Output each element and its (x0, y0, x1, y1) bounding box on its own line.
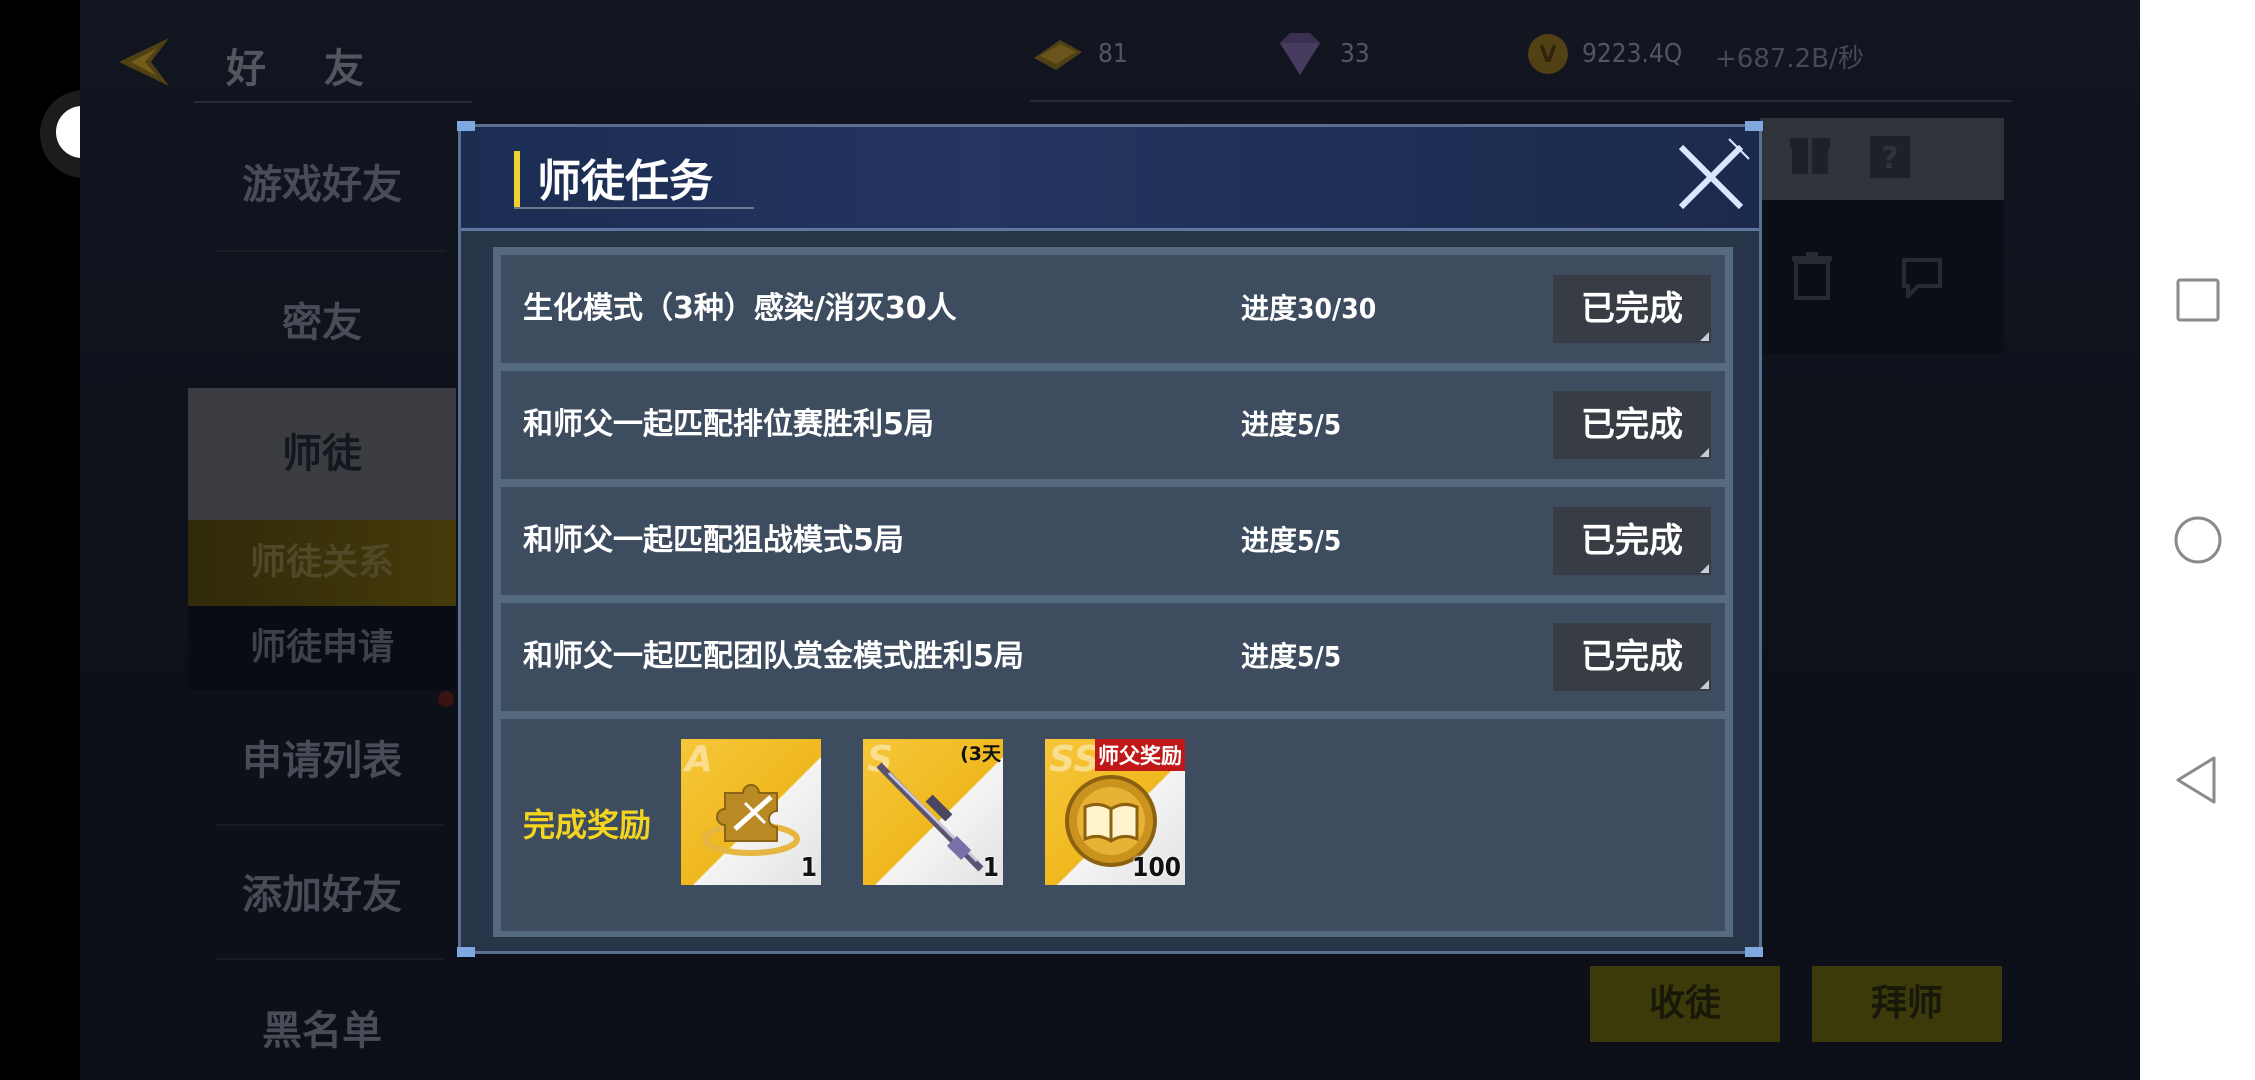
task-list: 生化模式（3种）感染/消灭30人 进度30/30 已完成 和师父一起匹配排位赛胜… (493, 247, 1733, 937)
recents-square-icon[interactable] (2170, 272, 2226, 328)
home-circle-icon[interactable] (2170, 512, 2226, 568)
task-description: 生化模式（3种）感染/消灭30人 (523, 291, 957, 326)
sniper-rifle-icon (876, 762, 984, 872)
dialog-header: 师徒任务 (461, 127, 1759, 231)
reward-count: 1 (982, 853, 999, 883)
mentorship-task-dialog: 师徒任务 生化模式（3种）感染/消灭30人 进度30/30 已完成 和师父一起匹… (457, 121, 1763, 957)
reward-label: 完成奖励 (523, 806, 652, 844)
frame-corner (1745, 947, 1763, 957)
title-underline (514, 207, 754, 209)
task-completed-button[interactable]: 已完成 (1553, 507, 1711, 575)
task-description: 和师父一起匹配团队赏金模式胜利5局 (523, 639, 1024, 674)
reward-row: 完成奖励 A 1 S (3天 1 SS 师父奖励 100 (501, 719, 1725, 931)
close-icon[interactable] (1671, 137, 1751, 217)
title-accent-bar (514, 151, 520, 207)
task-row: 和师父一起匹配狙战模式5局 进度5/5 已完成 (501, 487, 1725, 595)
reward-tag: 师父奖励 (1095, 739, 1185, 771)
task-row: 和师父一起匹配排位赛胜利5局 进度5/5 已完成 (501, 371, 1725, 479)
task-completed-button[interactable]: 已完成 (1553, 275, 1711, 343)
back-triangle-icon[interactable] (2170, 752, 2226, 808)
task-completed-button[interactable]: 已完成 (1553, 391, 1711, 459)
task-progress: 进度5/5 (1241, 408, 1342, 441)
task-completed-button[interactable]: 已完成 (1553, 623, 1711, 691)
reward-item[interactable]: SS 师父奖励 100 (1045, 739, 1185, 885)
screen: 好 友 81 33 V 9223.4Q +687.2B/秒 游戏好友 密友 师徒… (0, 0, 2255, 1080)
task-description: 和师父一起匹配狙战模式5局 (523, 523, 904, 558)
puzzle-weapon-fragment-icon (702, 784, 800, 856)
task-progress: 进度30/30 (1241, 292, 1377, 325)
reward-count: 100 (1132, 853, 1181, 883)
dialog-title: 师徒任务 (537, 156, 713, 207)
task-progress: 进度5/5 (1241, 524, 1342, 557)
task-progress: 进度5/5 (1241, 640, 1342, 673)
system-navigation-bar (2140, 0, 2255, 1080)
task-row: 和师父一起匹配团队赏金模式胜利5局 进度5/5 已完成 (501, 603, 1725, 711)
frame-corner (457, 947, 475, 957)
task-row: 生化模式（3种）感染/消灭30人 进度30/30 已完成 (501, 255, 1725, 363)
task-description: 和师父一起匹配排位赛胜利5局 (523, 407, 934, 442)
reward-item[interactable]: A 1 (681, 739, 821, 885)
frame-corner (457, 121, 475, 131)
reward-count: 1 (800, 853, 817, 883)
frame-corner (1745, 121, 1763, 131)
reward-item[interactable]: S (3天 1 (863, 739, 1003, 885)
